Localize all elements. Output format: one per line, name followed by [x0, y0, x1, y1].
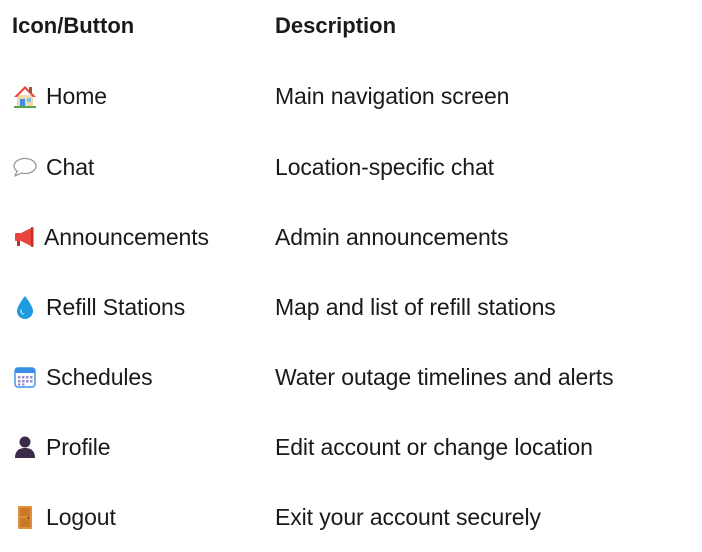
- water-drop-icon: [12, 294, 38, 320]
- house-icon: [12, 83, 38, 109]
- row-icon-cell: Logout: [12, 504, 275, 531]
- row-label: Profile: [46, 433, 111, 460]
- table-row: Announcements Admin announcements: [12, 202, 702, 272]
- row-description: Main navigation screen: [275, 82, 510, 109]
- row-label: Schedules: [46, 363, 153, 390]
- row-icon-cell: Schedules: [12, 364, 275, 391]
- table-row: Logout Exit your account securely: [12, 482, 702, 552]
- header-description: Description: [275, 13, 397, 38]
- table-header: Icon/Button Description: [12, 6, 702, 46]
- row-label: Home: [46, 82, 107, 109]
- speech-bubble-icon: [12, 154, 38, 180]
- row-description: Map and list of refill stations: [275, 293, 556, 320]
- row-icon-cell: Profile: [12, 434, 275, 461]
- row-icon-cell: Announcements: [12, 224, 275, 251]
- row-description: Water outage timelines and alerts: [275, 363, 614, 390]
- table-row: Schedules Water outage timelines and ale…: [12, 342, 702, 412]
- header-icon-button: Icon/Button: [12, 13, 135, 38]
- row-description: Edit account or change location: [275, 433, 593, 460]
- row-label: Announcements: [44, 223, 209, 250]
- row-icon-cell: Refill Stations: [12, 294, 275, 321]
- row-description: Admin announcements: [275, 223, 509, 250]
- row-icon-cell: Home: [12, 83, 275, 110]
- row-description: Exit your account securely: [275, 503, 541, 530]
- row-icon-cell: Chat: [12, 154, 275, 181]
- icon-description-table: Icon/Button Description Home Main naviga…: [12, 6, 702, 552]
- table-row: Profile Edit account or change location: [12, 412, 702, 482]
- person-icon: [12, 434, 38, 460]
- row-label: Logout: [46, 503, 116, 530]
- calendar-icon: [12, 364, 38, 390]
- table-row: Refill Stations Map and list of refill s…: [12, 272, 702, 342]
- megaphone-icon: [12, 224, 38, 250]
- row-description: Location-specific chat: [275, 153, 494, 180]
- table-row: Chat Location-specific chat: [12, 132, 702, 202]
- door-icon: [12, 504, 38, 530]
- row-label: Refill Stations: [46, 293, 186, 320]
- row-label: Chat: [46, 153, 95, 180]
- table-row: Home Main navigation screen: [12, 60, 702, 132]
